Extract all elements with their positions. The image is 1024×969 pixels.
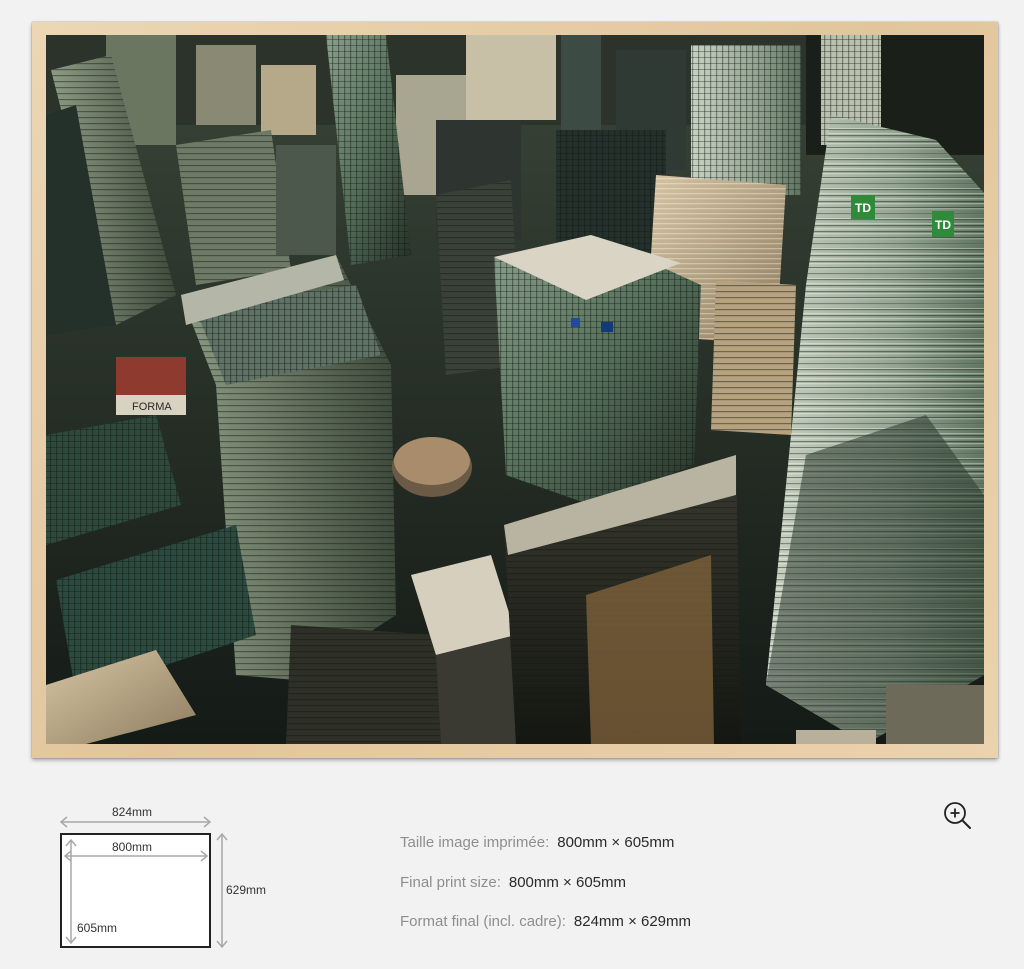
dimension-lines <box>59 816 228 949</box>
info-colon: : <box>561 913 566 930</box>
zoom-in-icon <box>944 802 971 829</box>
outer-width-label: 824mm <box>112 805 153 819</box>
dimension-diagram: 824mm 800mm 629mm 605mm <box>52 800 292 960</box>
info-label: Taille image imprimée <box>400 834 546 851</box>
rooftop-sign: FORMA <box>132 401 172 413</box>
td-logo-right: TD <box>935 218 951 232</box>
city-photo-illustration: FORMA TD TD <box>46 35 984 744</box>
wooden-frame: FORMA TD TD <box>32 22 998 758</box>
info-row-printed-size-fr: Taille image imprimée: 800mm × 605mm <box>400 834 880 874</box>
info-label: Final print size <box>400 873 497 891</box>
inner-height-label: 605mm <box>77 921 118 935</box>
info-colon: : <box>545 834 550 851</box>
inner-width-label: 800mm <box>112 840 153 854</box>
size-info: Taille image imprimée: 800mm × 605mm Fina… <box>400 834 880 953</box>
info-label: Format final (incl. cadre) <box>400 913 562 930</box>
info-row-final-print-size: Final print size: 800mm × 605mm <box>400 874 880 914</box>
zoom-in-button[interactable] <box>942 800 974 832</box>
city-photo[interactable]: FORMA TD TD <box>46 35 984 744</box>
info-value: 800mm × 605mm <box>508 873 627 891</box>
info-colon: : <box>496 873 501 891</box>
td-logo-left: TD <box>855 201 871 215</box>
info-value: 824mm × 629mm <box>573 913 692 930</box>
product-page: FORMA TD TD 824mm 800mm 629mm 605mm Tail… <box>0 0 1024 969</box>
info-row-final-format: Format final (incl. cadre): 824mm × 629mm <box>400 913 880 953</box>
info-value: 800mm × 605mm <box>557 834 675 851</box>
outer-height-label: 629mm <box>226 883 267 897</box>
